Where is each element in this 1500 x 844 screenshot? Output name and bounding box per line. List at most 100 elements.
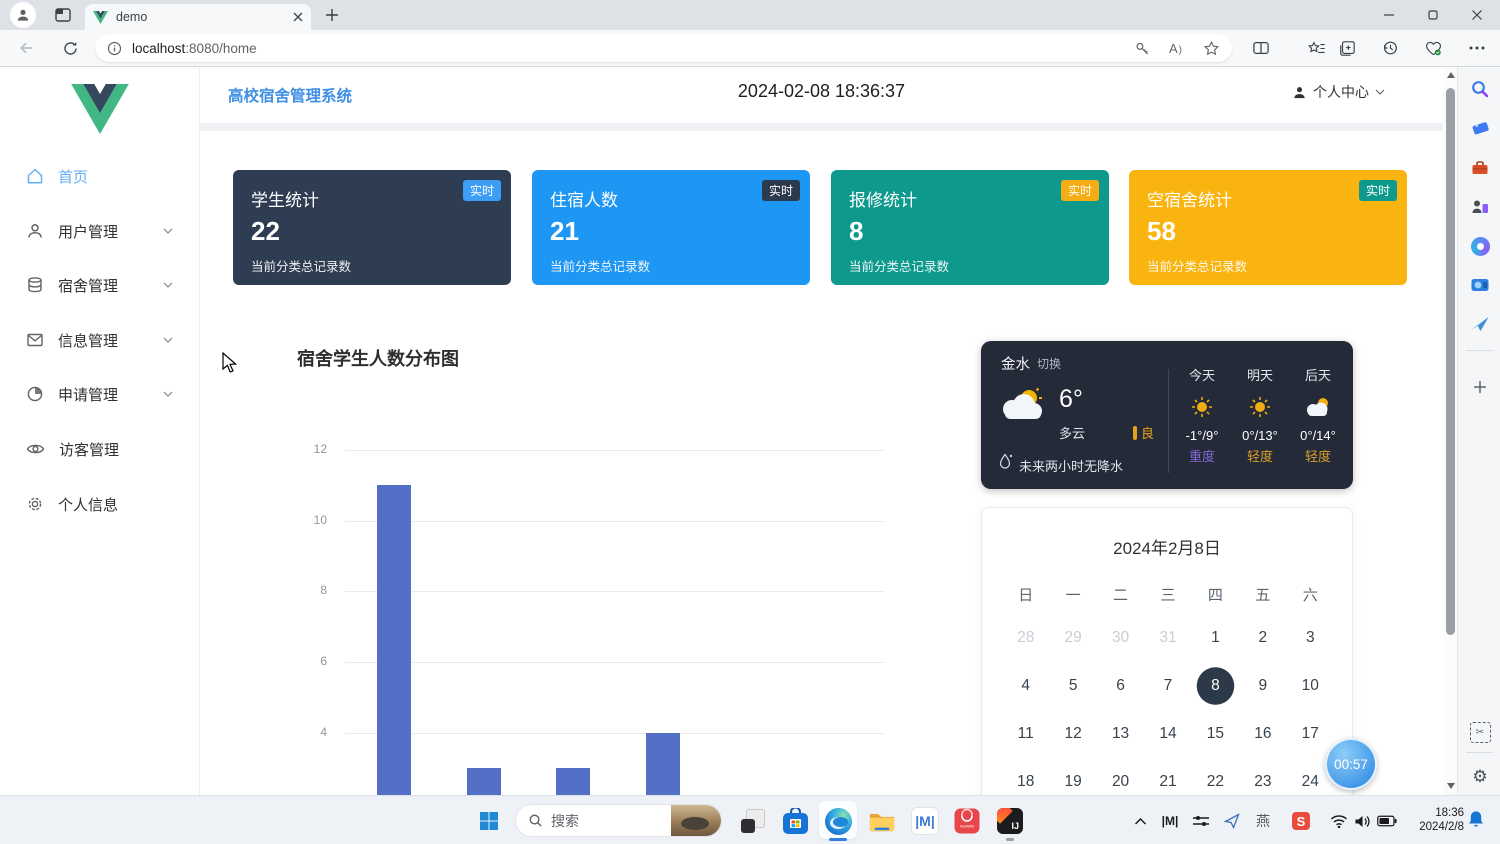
- more-options-icon[interactable]: [1462, 34, 1492, 62]
- scrollbar-down-arrow[interactable]: [1447, 783, 1455, 789]
- address-bar[interactable]: localhost:8080/home A): [95, 34, 1232, 62]
- calendar-day-cell[interactable]: 22: [1192, 758, 1239, 795]
- battery-icon[interactable]: [1377, 811, 1397, 831]
- start-button[interactable]: [474, 806, 504, 836]
- marktext-icon[interactable]: |M|: [910, 806, 940, 836]
- site-info-icon[interactable]: [107, 41, 122, 56]
- huawei-appgallery-icon[interactable]: HUAWEI: [952, 806, 982, 836]
- browser-essentials-icon[interactable]: [1418, 34, 1448, 62]
- calendar-day-cell[interactable]: 3: [1287, 614, 1334, 662]
- calendar-day-cell[interactable]: 14: [1144, 710, 1191, 758]
- rail-settings-gear-icon[interactable]: ⚙: [1468, 765, 1492, 789]
- file-explorer-icon[interactable]: [867, 806, 897, 836]
- calendar-day-cell[interactable]: 13: [1097, 710, 1144, 758]
- weather-condition: 多云: [1059, 423, 1085, 442]
- person-icon: [1292, 85, 1307, 100]
- window-maximize-button[interactable]: [1411, 0, 1455, 30]
- calendar-day-cell[interactable]: 17: [1287, 710, 1334, 758]
- scrollbar-up-arrow[interactable]: [1447, 72, 1455, 78]
- forecast-day-label: 明天: [1231, 365, 1289, 384]
- calendar-day-cell[interactable]: 6: [1097, 662, 1144, 710]
- calendar-day-cell[interactable]: 10: [1287, 662, 1334, 710]
- calendar-day-cell[interactable]: 7: [1144, 662, 1191, 710]
- calendar-day-cell[interactable]: 30: [1097, 614, 1144, 662]
- calendar-day-cell[interactable]: 28: [1002, 614, 1049, 662]
- volume-icon[interactable]: [1352, 811, 1372, 831]
- password-key-icon[interactable]: [1134, 40, 1151, 57]
- notification-bell-icon[interactable]: [1466, 809, 1486, 829]
- split-screen-icon[interactable]: [1246, 34, 1276, 62]
- window-close-button[interactable]: [1455, 0, 1499, 30]
- browser-tab[interactable]: demo: [85, 4, 311, 30]
- calendar-day-cell[interactable]: 18: [1002, 758, 1049, 795]
- sidebar-item-dorm-management[interactable]: 宿舍管理: [0, 263, 199, 307]
- calendar-day-cell[interactable]: 2: [1239, 614, 1286, 662]
- tray-paper-plane-icon[interactable]: [1222, 811, 1242, 831]
- calendar-day-cell[interactable]: 20: [1097, 758, 1144, 795]
- new-tab-button[interactable]: [324, 7, 340, 28]
- scrollbar-thumb[interactable]: [1446, 88, 1455, 635]
- calendar-day-cell[interactable]: 9: [1239, 662, 1286, 710]
- history-icon[interactable]: [1375, 34, 1405, 62]
- taskbar-search-box[interactable]: 搜索: [515, 804, 722, 837]
- stat-card-caption: 当前分类总记录数: [251, 256, 351, 275]
- task-view-icon[interactable]: [738, 806, 768, 836]
- calendar-day-cell[interactable]: 16: [1239, 710, 1286, 758]
- search-rail-icon[interactable]: [1468, 77, 1492, 101]
- sidebar-item-user-management[interactable]: 用户管理: [0, 209, 199, 253]
- tray-ime-icon[interactable]: 燕: [1253, 811, 1273, 831]
- drop-rail-icon[interactable]: [1468, 312, 1492, 336]
- toolbox-rail-icon[interactable]: [1468, 156, 1492, 180]
- microsoft-store-icon[interactable]: [780, 806, 810, 836]
- tray-sliders-icon[interactable]: [1191, 811, 1211, 831]
- shopping-rail-icon[interactable]: [1468, 116, 1492, 140]
- rail-add-button[interactable]: [1468, 375, 1492, 399]
- tray-sogou-icon[interactable]: S: [1291, 811, 1311, 831]
- favorites-icon[interactable]: [1301, 34, 1331, 62]
- sidebar-item-personal-info[interactable]: 个人信息: [0, 482, 199, 526]
- sidebar-item-info-management[interactable]: 信息管理: [0, 318, 199, 362]
- calendar-day-cell[interactable]: 1: [1192, 614, 1239, 662]
- read-aloud-icon[interactable]: A): [1169, 41, 1183, 56]
- user-menu[interactable]: 个人中心: [1292, 82, 1385, 102]
- page-scrollbar[interactable]: [1444, 67, 1457, 795]
- forecast-pollution-level: 轻度: [1289, 446, 1347, 465]
- calendar-day-cell[interactable]: 12: [1049, 710, 1096, 758]
- calendar-grid: 日一二三四五六282930311234567891011121314151617…: [1002, 574, 1334, 795]
- edge-browser-icon[interactable]: [823, 806, 853, 836]
- sidebar-item-application-management[interactable]: 申请管理: [0, 372, 199, 416]
- aqi-bar-icon: [1133, 426, 1137, 440]
- tray-overflow-chevron-icon[interactable]: [1130, 811, 1150, 831]
- sidebar-item-home[interactable]: 首页: [0, 154, 199, 198]
- screenshot-rail-icon[interactable]: ✂: [1468, 720, 1492, 744]
- recording-timer-bubble[interactable]: 00:57: [1325, 738, 1377, 790]
- tray-marktext-icon[interactable]: |M|: [1160, 811, 1180, 831]
- games-rail-icon[interactable]: [1468, 195, 1492, 219]
- calendar-day-cell[interactable]: 4: [1002, 662, 1049, 710]
- calendar-day-cell[interactable]: 23: [1239, 758, 1286, 795]
- calendar-day-selected[interactable]: 8: [1192, 662, 1239, 710]
- wallet-rail-icon[interactable]: [1468, 273, 1492, 297]
- tray-clock[interactable]: 18:36 2024/2/8: [1402, 806, 1464, 834]
- sidebar-item-visitor-management[interactable]: 访客管理: [0, 427, 199, 471]
- calendar-day-cell[interactable]: 5: [1049, 662, 1096, 710]
- wifi-icon[interactable]: [1329, 811, 1349, 831]
- calendar-day-cell[interactable]: 31: [1144, 614, 1191, 662]
- collections-icon[interactable]: [1332, 34, 1362, 62]
- forecast-pollution-level: 轻度: [1231, 446, 1289, 465]
- browser-profile-avatar[interactable]: [10, 2, 36, 28]
- calendar-day-cell[interactable]: 21: [1144, 758, 1191, 795]
- weather-switch-link[interactable]: 切换: [1037, 355, 1061, 372]
- calendar-day-cell[interactable]: 15: [1192, 710, 1239, 758]
- refresh-button[interactable]: [55, 34, 85, 62]
- window-minimize-button[interactable]: [1367, 0, 1411, 30]
- tab-search-icon[interactable]: [54, 6, 72, 29]
- tab-close-icon[interactable]: [293, 12, 303, 22]
- favorite-star-icon[interactable]: [1203, 40, 1220, 57]
- calendar-day-cell[interactable]: 29: [1049, 614, 1096, 662]
- calendar-day-cell[interactable]: 11: [1002, 710, 1049, 758]
- intellij-idea-icon[interactable]: IJ: [995, 806, 1025, 836]
- calendar-day-cell[interactable]: 19: [1049, 758, 1096, 795]
- back-button[interactable]: [12, 34, 42, 62]
- designer-rail-icon[interactable]: [1468, 234, 1492, 258]
